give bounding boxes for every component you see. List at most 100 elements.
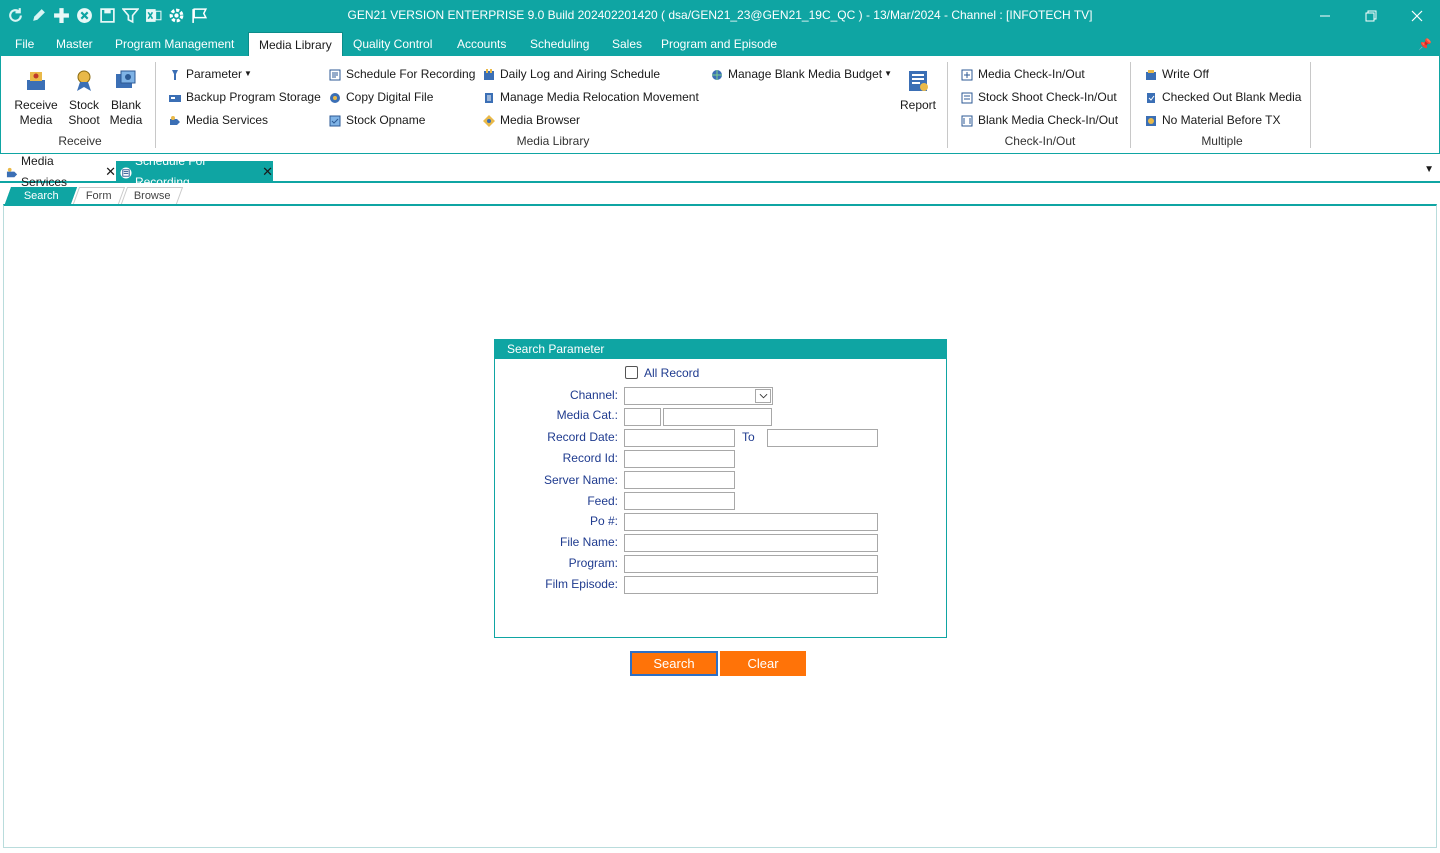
copy-digital-file-button[interactable]: Copy Digital File — [329, 88, 433, 106]
tab-form[interactable]: Form — [72, 187, 126, 204]
media-cat-code-input[interactable] — [624, 408, 661, 426]
ribbon-separator — [155, 62, 156, 148]
menu-program-management[interactable]: Program Management — [105, 32, 244, 56]
minimize-button[interactable] — [1302, 0, 1348, 32]
channel-value — [625, 390, 628, 402]
film-episode-input[interactable] — [624, 576, 878, 594]
copy-digital-file-label: Copy Digital File — [346, 90, 434, 104]
restore-button[interactable] — [1348, 0, 1394, 32]
stock-opname-button[interactable]: Stock Opname — [329, 111, 425, 129]
write-off-button[interactable]: Write Off — [1145, 65, 1209, 83]
media-services-label: Media Services — [186, 113, 269, 127]
ribbon-group-label-receive: Receive — [58, 134, 102, 148]
doc-tab-schedule-for-recording[interactable]: Schedule For Recording ✕ — [116, 154, 273, 189]
blank-media-checkinout-icon — [961, 114, 973, 127]
backup-program-storage-label: Backup Program Storage — [186, 90, 321, 104]
chevron-down-icon[interactable] — [755, 389, 771, 403]
all-record-checkbox[interactable] — [625, 366, 638, 379]
schedule-for-recording-button[interactable]: Schedule For Recording — [329, 65, 475, 83]
menu-scheduling[interactable]: Scheduling — [520, 32, 599, 56]
stock-opname-icon — [329, 114, 341, 127]
media-checkinout-button[interactable]: Media Check-In/Out — [961, 65, 1085, 83]
parameter-button[interactable]: Parameter ▼ — [169, 65, 252, 83]
manage-media-relocation-label: Manage Media Relocation Movement — [500, 90, 699, 104]
search-parameter-panel: Search Parameter All Record Channel: Med… — [494, 339, 947, 638]
menu-bar: File Master Program Management Media Lib… — [0, 32, 1440, 57]
ribbon-group-multiple: Write Off Checked Out Blank Media No Mat… — [1135, 60, 1309, 148]
receive-media-icon — [23, 68, 49, 94]
stock-shoot-checkinout-button[interactable]: Stock Shoot Check-In/Out — [961, 88, 1117, 106]
checked-out-blank-media-button[interactable]: Checked Out Blank Media — [1145, 88, 1301, 106]
file-name-label: File Name: — [559, 535, 618, 549]
media-services-button[interactable]: Media Services — [169, 111, 268, 129]
schedule-tab-icon — [120, 165, 132, 179]
no-material-before-tx-label: No Material Before TX — [1162, 113, 1281, 127]
feed-label: Feed: — [587, 494, 618, 508]
stock-shoot-button[interactable]: Stock Shoot — [65, 68, 103, 128]
menu-quality-control[interactable]: Quality Control — [343, 32, 442, 56]
menu-program-and-episode[interactable]: Program and Episode — [651, 32, 787, 56]
program-input[interactable] — [624, 555, 878, 573]
backup-program-storage-button[interactable]: Backup Program Storage — [169, 88, 321, 106]
media-checkinout-label: Media Check-In/Out — [978, 67, 1085, 81]
report-button[interactable]: Report — [895, 68, 941, 113]
program-label: Program: — [568, 556, 618, 570]
tab-list-dropdown-icon[interactable]: ▼ — [1424, 164, 1434, 175]
clear-button[interactable]: Clear — [720, 651, 806, 676]
menu-file[interactable]: File — [5, 32, 44, 56]
record-date-from-input[interactable] — [624, 429, 735, 447]
stock-shoot-icon — [71, 68, 97, 94]
media-checkinout-icon — [961, 68, 973, 81]
doc-tab-media-services[interactable]: Media Services ✕ — [2, 154, 116, 189]
blank-media-button[interactable]: Blank Media — [105, 68, 147, 128]
tab-browse-label: Browse — [133, 190, 171, 202]
tab-browse[interactable]: Browse — [120, 187, 184, 204]
feed-input[interactable] — [624, 492, 735, 510]
blank-media-label-1: Blank — [110, 98, 142, 112]
relocation-icon — [483, 91, 495, 103]
close-tab-icon[interactable]: ✕ — [262, 161, 273, 182]
search-button[interactable]: Search — [630, 651, 718, 676]
stock-shoot-checkinout-icon — [961, 91, 973, 104]
copy-digital-file-icon — [329, 91, 341, 103]
no-material-before-tx-button[interactable]: No Material Before TX — [1145, 111, 1281, 129]
all-record-label: All Record — [644, 366, 700, 380]
receive-media-button[interactable]: Receive Media — [9, 68, 63, 128]
media-cat-name-input[interactable] — [663, 408, 772, 426]
report-icon — [905, 68, 931, 94]
film-episode-label: Film Episode: — [545, 577, 618, 591]
record-id-input[interactable] — [624, 450, 735, 468]
daily-log-airing-schedule-button[interactable]: Daily Log and Airing Schedule — [483, 65, 660, 83]
ribbon-group-media-library: Parameter ▼ Backup Program Storage Media … — [159, 60, 947, 148]
pin-ribbon-icon[interactable]: 📌 — [1418, 38, 1432, 51]
server-name-input[interactable] — [624, 471, 735, 489]
document-tabs: Media Services ✕ Schedule For Recording … — [0, 154, 1440, 189]
menu-media-library[interactable]: Media Library — [248, 32, 343, 57]
record-date-to-label: To — [742, 430, 755, 444]
menu-master[interactable]: Master — [46, 32, 103, 56]
ribbon-group-label-checkinout: Check-In/Out — [1004, 134, 1076, 148]
file-name-input[interactable] — [624, 534, 878, 552]
parameter-icon — [169, 68, 181, 80]
channel-select[interactable] — [624, 387, 773, 405]
manage-media-relocation-button[interactable]: Manage Media Relocation Movement — [483, 88, 699, 106]
po-input[interactable] — [624, 513, 878, 531]
menu-sales[interactable]: Sales — [602, 32, 652, 56]
schedule-for-recording-label: Schedule For Recording — [346, 67, 476, 81]
blank-media-checkinout-button[interactable]: Blank Media Check-In/Out — [961, 111, 1118, 129]
server-name-label: Server Name: — [543, 473, 618, 487]
record-date-to-input[interactable] — [767, 429, 878, 447]
menu-accounts[interactable]: Accounts — [447, 32, 516, 56]
tab-search[interactable]: Search — [4, 187, 78, 204]
manage-blank-media-budget-button[interactable]: Manage Blank Media Budget ▼ — [711, 65, 892, 83]
close-button[interactable] — [1394, 0, 1440, 32]
media-browser-icon — [483, 114, 495, 127]
budget-globe-icon — [711, 68, 723, 80]
ribbon-group-label-media-library: Media Library — [516, 134, 590, 148]
stock-shoot-label-2: Shoot — [68, 113, 100, 127]
media-services-icon — [169, 114, 181, 126]
close-tab-icon[interactable]: ✕ — [105, 161, 116, 182]
ribbon-separator — [1130, 62, 1131, 148]
tab-form-label: Form — [85, 190, 112, 202]
media-browser-button[interactable]: Media Browser — [483, 111, 580, 129]
